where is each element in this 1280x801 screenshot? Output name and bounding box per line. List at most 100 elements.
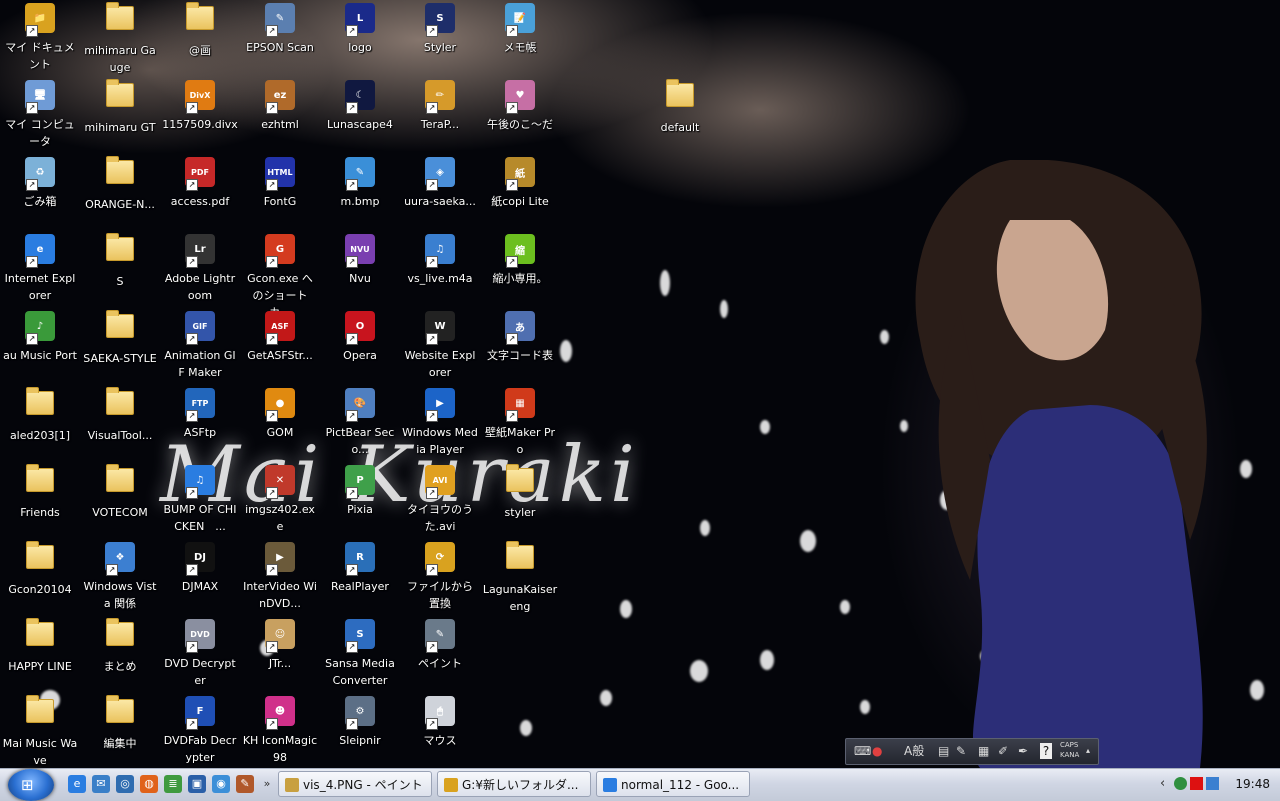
desktop-icon-windows-media-player[interactable]: ▶ ↗ Windows Media Player — [400, 385, 480, 462]
desktop-icon-jtr[interactable]: ☺ ↗ JTr... — [240, 616, 320, 693]
desktop-icon-dvdfab-decrypter[interactable]: F ↗ DVDFab Decrypter — [160, 693, 240, 770]
desktop-icon-epson-scan[interactable]: ✎ ↗ EPSON Scan — [240, 0, 320, 77]
desktop-icon-opera[interactable]: O ↗ Opera — [320, 308, 400, 385]
desktop-icon-orange-n[interactable]: ORANGE-N... — [80, 154, 160, 231]
desktop-icon-happy-line[interactable]: HAPPY LINE — [0, 616, 80, 693]
desktop-icon-default[interactable]: default — [640, 77, 720, 154]
paint-icon[interactable]: ✎ — [236, 775, 254, 793]
desktop-icon-imgsz402-exe[interactable]: ✕ ↗ imgsz402.exe — [240, 462, 320, 539]
desktop-icon-sansa-media-converter[interactable]: S ↗ Sansa Media Converter — [320, 616, 400, 693]
desktop-icon-kh-iconmagic98[interactable]: ☻ ↗ KH IconMagic98 — [240, 693, 320, 770]
desktop-icon-djmax[interactable]: DJ ↗ DJMAX — [160, 539, 240, 616]
desktop-icon-mihimaru-gauge[interactable]: mihimaru Gauge — [80, 0, 160, 77]
desktop-icon-styler[interactable]: styler — [480, 462, 560, 539]
desktop-icon-maker-pro[interactable]: ▦ ↗ 壁紙Maker Pro — [480, 385, 560, 462]
clock[interactable]: 19:48 — [1235, 777, 1270, 791]
desktop-icon-intervideo-windvd[interactable]: ▶ ↗ InterVideo WinDVD... — [240, 539, 320, 616]
desktop-icon-fontg[interactable]: HTML ↗ FontG — [240, 154, 320, 231]
app-icon: 🖱 ↗ — [424, 696, 456, 730]
input-mode[interactable]: A般 — [904, 743, 924, 759]
help-icon[interactable]: ? — [1040, 743, 1052, 759]
desktop-icon-getasfstr[interactable]: ASF ↗ GetASFStr... — [240, 308, 320, 385]
desktop-icon-saeka-style[interactable]: SAEKA-STYLE — [80, 308, 160, 385]
tools-icon[interactable]: ✎ — [956, 743, 966, 759]
desktop-icon-mai-music-wave[interactable]: Mai Music Wave — [0, 693, 80, 770]
world-icon[interactable]: ◉ — [212, 775, 230, 793]
desktop-icon-item[interactable]: あ ↗ 文字コード表 — [480, 308, 560, 385]
desktop-icon-adobe-lightroom[interactable]: Lr ↗ Adobe Lightroom — [160, 231, 240, 308]
desktop-icon-item[interactable]: 📁 ↗ マイ ドキュメント — [0, 0, 80, 77]
desktop-icon-vs-live-m4a[interactable]: ♫ ↗ vs_live.m4a — [400, 231, 480, 308]
desktop-icon-uura-saeka[interactable]: ◈ ↗ uura-saeka... — [400, 154, 480, 231]
desktop-icon-item[interactable]: 📝 ↗ メモ帳 — [480, 0, 560, 77]
antivirus-icon[interactable] — [1190, 777, 1203, 790]
desktop-icon-1157509-divx[interactable]: DivX ↗ 1157509.divx — [160, 77, 240, 154]
quicklaunch-overflow-icon[interactable]: » — [258, 775, 276, 793]
desktop-icon-s[interactable]: S — [80, 231, 160, 308]
desktop-icon-pixia[interactable]: P ↗ Pixia — [320, 462, 400, 539]
ime-pad-icon[interactable]: ▤ — [938, 743, 949, 759]
ftp-icon[interactable]: ≣ — [164, 775, 182, 793]
desktop-icon-item[interactable]: 🖥 ↗ マイ コンピュータ — [0, 77, 80, 154]
desktop-icon-item[interactable]: ⟳ ↗ ファイルから置換 — [400, 539, 480, 616]
desktop-icon-avi[interactable]: AVI ↗ タイヨウのうた.avi — [400, 462, 480, 539]
desktop-icon-dvd-decrypter[interactable]: DVD ↗ DVD Decrypter — [160, 616, 240, 693]
desktop-icon-m-bmp[interactable]: ✎ ↗ m.bmp — [320, 154, 400, 231]
desktop-icon-item[interactable]: 編集中 — [80, 693, 160, 770]
desktop-icon-item[interactable]: @画 — [160, 0, 240, 77]
desktop-icon-lunascape4[interactable]: ☾ ↗ Lunascape4 — [320, 77, 400, 154]
desktop-icon-logo[interactable]: L ↗ logo — [320, 0, 400, 77]
start-button[interactable]: ⊞ — [8, 769, 54, 801]
outlook-icon[interactable]: ◎ — [116, 775, 134, 793]
ime-icon[interactable]: ● — [872, 743, 882, 759]
desktop-icon-votecom[interactable]: VOTECOM — [80, 462, 160, 539]
desktop-icon-website-explorer[interactable]: W ↗ Website Explorer — [400, 308, 480, 385]
desktop-icon-visualtool[interactable]: VisualTool... — [80, 385, 160, 462]
convert-icon[interactable]: ✐ — [998, 743, 1008, 759]
desktop-icon-item[interactable]: ♻ ↗ ごみ箱 — [0, 154, 80, 231]
desktop-icon-gom[interactable]: ● ↗ GOM — [240, 385, 320, 462]
desktop-icon-pictbear-seco[interactable]: 🎨 ↗ PictBear Seco... — [320, 385, 400, 462]
dictionary-icon[interactable]: ▦ — [978, 743, 989, 759]
desktop-icon-item[interactable]: まとめ — [80, 616, 160, 693]
desktop-icon-access-pdf[interactable]: PDF ↗ access.pdf — [160, 154, 240, 231]
desktop-icon-item[interactable]: ♥ ↗ 午後のこ〜だ — [480, 77, 560, 154]
firefox-icon[interactable]: ◍ — [140, 775, 158, 793]
office-icon[interactable]: ▣ — [188, 775, 206, 793]
pen-icon[interactable]: ✒ — [1018, 743, 1028, 759]
task-button[interactable]: normal_112 - Goo... — [596, 771, 750, 797]
desktop-icon-label: マイ ドキュメント — [5, 41, 75, 71]
desktop-icon-item[interactable]: 🖱 ↗ マウス — [400, 693, 480, 770]
desktop-icon-sleipnir[interactable]: ⚙ ↗ Sleipnir — [320, 693, 400, 770]
desktop-icon-terap[interactable]: ✏ ↗ TeraP... — [400, 77, 480, 154]
desktop-icon-item[interactable]: 縮 ↗ 縮小専用。 — [480, 231, 560, 308]
tray-expand-icon[interactable]: ‹ — [1160, 776, 1165, 791]
desktop-icon-mihimaru-gt[interactable]: mihimaru GT — [80, 77, 160, 154]
mail-icon[interactable]: ✉ — [92, 775, 110, 793]
tray-app-icon[interactable] — [1174, 777, 1187, 790]
desktop-icon-au-music-port[interactable]: ♪ ↗ au Music Port — [0, 308, 80, 385]
desktop-icon-realplayer[interactable]: R ↗ RealPlayer — [320, 539, 400, 616]
desktop-icon-internet-explorer[interactable]: e ↗ Internet Explorer — [0, 231, 80, 308]
desktop-icon-asftp[interactable]: FTP ↗ ASFtp — [160, 385, 240, 462]
desktop-icon-gcon-exe[interactable]: G↗Gcon.exe へのショートカ... — [240, 231, 320, 319]
desktop-icon-bump-of-chicken[interactable]: ♫ ↗ BUMP OF CHICKEN ... — [160, 462, 240, 539]
langbar-options-icon[interactable]: ▴ — [1086, 743, 1090, 759]
desktop-icon-lagunakaiser-eng[interactable]: LagunaKaiser eng — [480, 539, 560, 616]
desktop-icon-friends[interactable]: Friends — [0, 462, 80, 539]
keyboard-icon[interactable]: ⌨ — [854, 743, 871, 759]
desktop-icon-windows-vista[interactable]: ❖ ↗ Windows Vista 関係 — [80, 539, 160, 616]
language-bar[interactable]: ⌨ ● A般 ▤ ✎ ▦ ✐ ✒ ? CAPS KANA ▴ — [845, 738, 1099, 765]
network-icon[interactable] — [1206, 777, 1219, 790]
ie-icon[interactable]: e — [68, 775, 86, 793]
desktop-icon-item[interactable]: ✎ ↗ ペイント — [400, 616, 480, 693]
desktop-icon-nvu[interactable]: NVU ↗ Nvu — [320, 231, 400, 308]
desktop-icon-gcon20104[interactable]: Gcon20104 — [0, 539, 80, 616]
desktop-icon-copi-lite[interactable]: 紙 ↗ 紙copi Lite — [480, 154, 560, 231]
desktop-icon-animation-gif-maker[interactable]: GIF ↗ Animation GIF Maker — [160, 308, 240, 385]
task-button[interactable]: vis_4.PNG - ペイント — [278, 771, 432, 797]
task-button[interactable]: G:¥新しいフォルダ... — [437, 771, 591, 797]
desktop-icon-ezhtml[interactable]: ez ↗ ezhtml — [240, 77, 320, 154]
desktop-icon-styler[interactable]: S ↗ Styler — [400, 0, 480, 77]
desktop-icon-aled203-1[interactable]: aled203[1] — [0, 385, 80, 462]
